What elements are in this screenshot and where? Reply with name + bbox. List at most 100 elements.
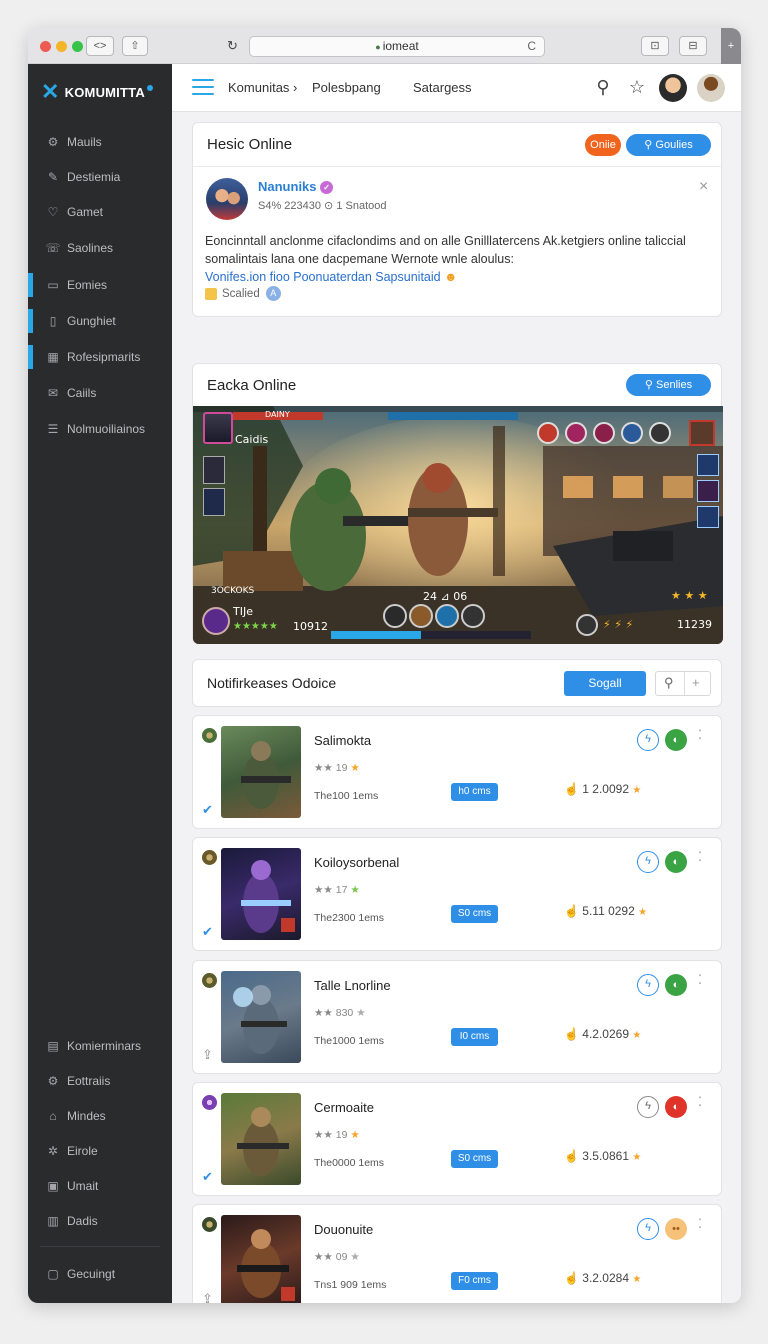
list-item[interactable]: ✔ Koiloysorbenal ★★ 17 ★ The2300 1ems S0… (192, 837, 722, 951)
face-circle-icon[interactable]: •• (665, 1218, 687, 1240)
item-name[interactable]: Cermoaite (314, 1100, 374, 1115)
sidebar-item-mauils[interactable]: ⚙ Mauils (28, 129, 172, 155)
sidebar-toggle-icon[interactable]: ⊟ (679, 36, 707, 56)
sogall-button[interactable]: Sogall (564, 671, 646, 696)
thumbs-up-icon[interactable]: ☝ (564, 1149, 582, 1163)
more-options-icon[interactable]: ⁚ (698, 1095, 706, 1108)
brand-logo[interactable]: ✕ KOMUMITTA (41, 80, 153, 104)
ability-2-icon[interactable] (409, 604, 433, 628)
user-avatar[interactable] (659, 74, 687, 102)
more-options-icon[interactable]: ⁚ (698, 850, 706, 863)
game-screenshot[interactable]: Caidis DAINY 3OCKOKS TIJe ★★★★★ 10912 24… (193, 406, 723, 644)
tab-overview-icon[interactable]: ⊡ (641, 36, 669, 56)
bolt-circle-icon[interactable]: ϟ (637, 1096, 659, 1118)
item-thumbnail[interactable] (221, 726, 301, 818)
minimize-window-button[interactable] (56, 41, 67, 52)
senlies-button[interactable]: ⚲ Senlies (626, 374, 711, 396)
item-thumbnail[interactable] (221, 848, 301, 940)
enemy-portrait[interactable] (689, 420, 715, 446)
item-name[interactable]: Douonuite (314, 1222, 373, 1237)
sidebar-item-dadis[interactable]: ▥ Dadis (28, 1208, 172, 1234)
leaf-circle-icon[interactable]: ◐ (665, 851, 687, 873)
online-badge-button[interactable]: Oniie (585, 134, 621, 156)
reload-small-icon[interactable]: C (527, 37, 536, 56)
sidebar-item-gecuingt[interactable]: ▢ Gecuingt (28, 1261, 172, 1287)
list-item[interactable]: ✔ Cermoaite ★★ 19 ★ The0000 1ems S0 cms … (192, 1082, 722, 1196)
sidebar-item-caiils[interactable]: ✉ Caiils (28, 380, 172, 406)
team-icon-1[interactable] (537, 422, 559, 444)
star-icon[interactable]: ☆ (626, 76, 648, 98)
sidebar-item-eomies[interactable]: ▭ Eomies (28, 272, 172, 298)
sidebar-item-komierminars[interactable]: ▤ Komierminars (28, 1033, 172, 1059)
list-item[interactable]: ✔ Salimokta ★★ 19 ★ The100 1ems h0 cms ☝… (192, 715, 722, 829)
bolt-circle-icon[interactable]: ϟ (637, 851, 659, 873)
ally-portrait-2[interactable] (203, 488, 225, 516)
close-window-button[interactable] (40, 41, 51, 52)
thumbs-up-icon[interactable]: ☝ (564, 1271, 582, 1285)
list-item[interactable]: ⇪ Talle Lnorline ★★ 830 ★ The1000 1ems I… (192, 960, 722, 1074)
more-options-icon[interactable]: ⁚ (698, 973, 706, 986)
search-icon[interactable]: ⚲ (664, 675, 674, 691)
item-thumbnail[interactable] (221, 971, 301, 1063)
item-thumbnail[interactable] (221, 1215, 301, 1303)
profile-avatar[interactable] (697, 74, 725, 102)
team-icon-4[interactable] (621, 422, 643, 444)
bolt-circle-icon[interactable]: ϟ (637, 974, 659, 996)
leaf-circle-icon[interactable]: ◐ (665, 729, 687, 751)
item-name[interactable]: Salimokta (314, 733, 371, 748)
goulies-button[interactable]: ⚲ Goulies (626, 134, 711, 156)
team-icon-5[interactable] (649, 422, 671, 444)
bolt-circle-icon[interactable]: ϟ (637, 1218, 659, 1240)
thumbs-up-icon[interactable]: ☝ (564, 1027, 582, 1041)
plus-icon[interactable]: + (692, 675, 700, 690)
item-tag[interactable]: h0 cms (451, 783, 498, 801)
sidebar-item-gamet[interactable]: ♡ Gamet (28, 199, 172, 225)
close-icon[interactable]: × (699, 178, 708, 196)
hamburger-menu-icon[interactable] (192, 79, 214, 95)
team-icon-3[interactable] (593, 422, 615, 444)
sidebar-item-gunghiet[interactable]: ▯ Gunghiet (28, 308, 172, 334)
maximize-window-button[interactable] (72, 41, 83, 52)
list-item[interactable]: ⇪ Douonuite ★★ 09 ★ Tns1 909 1ems F0 cms… (192, 1204, 722, 1303)
item-name[interactable]: Talle Lnorline (314, 978, 391, 993)
item-tag[interactable]: S0 cms (451, 905, 498, 923)
item-tag[interactable]: I0 cms (451, 1028, 498, 1046)
new-tab-button[interactable]: + (721, 28, 741, 64)
post-link[interactable]: Vonifes.ion fioo Poonuaterdan Sapsunitai… (205, 270, 441, 284)
bolt-circle-icon[interactable]: ϟ (637, 729, 659, 751)
sidebar-item-umait[interactable]: ▣ Umait (28, 1173, 172, 1199)
skill-slot-3-icon[interactable] (697, 506, 719, 528)
item-name[interactable]: Koiloysorbenal (314, 855, 399, 870)
address-bar[interactable]: ● iomeat C (249, 36, 545, 57)
nav-link-polesbpang[interactable]: Polesbpang (312, 80, 381, 95)
flame-circle-icon[interactable]: ◐ (665, 1096, 687, 1118)
post-author-name[interactable]: Nanuniks ✓ (258, 179, 334, 195)
item-slot-1-icon[interactable] (576, 614, 598, 636)
author-avatar[interactable] (206, 178, 248, 220)
thumbs-up-icon[interactable]: ☝ (564, 782, 582, 796)
leaf-circle-icon[interactable]: ◐ (665, 974, 687, 996)
ability-3-icon[interactable] (435, 604, 459, 628)
back-forward-icon[interactable]: <> (86, 36, 114, 56)
sidebar-item-eottraiis[interactable]: ⚙ Eottraiis (28, 1068, 172, 1094)
more-options-icon[interactable]: ⁚ (698, 1217, 706, 1230)
sidebar-item-rofesipmarits[interactable]: ▦ Rofesipmarits (28, 344, 172, 370)
thumbs-up-icon[interactable]: ☝ (564, 904, 582, 918)
item-tag[interactable]: S0 cms (451, 1150, 498, 1168)
ability-4-icon[interactable] (461, 604, 485, 628)
reload-icon[interactable]: ↻ (227, 38, 238, 54)
item-thumbnail[interactable] (221, 1093, 301, 1185)
player-portrait[interactable] (203, 412, 233, 444)
ally-portrait-1[interactable] (203, 456, 225, 484)
sidebar-item-eirole[interactable]: ✲ Eirole (28, 1138, 172, 1164)
sidebar-item-destiemia[interactable]: ✎ Destiemia (28, 164, 172, 190)
skill-slot-2-icon[interactable] (697, 480, 719, 502)
nav-link-satargess[interactable]: Satargess (413, 80, 472, 95)
sidebar-item-mindes[interactable]: ⌂ Mindes (28, 1103, 172, 1129)
skill-slot-1-icon[interactable] (697, 454, 719, 476)
nav-link-komunitas[interactable]: Komunitas › (228, 80, 297, 95)
ability-1-icon[interactable] (383, 604, 407, 628)
team-icon-2[interactable] (565, 422, 587, 444)
item-tag[interactable]: F0 cms (451, 1272, 498, 1290)
sidebar-item-saolines[interactable]: ☏ Saolines (28, 235, 172, 261)
